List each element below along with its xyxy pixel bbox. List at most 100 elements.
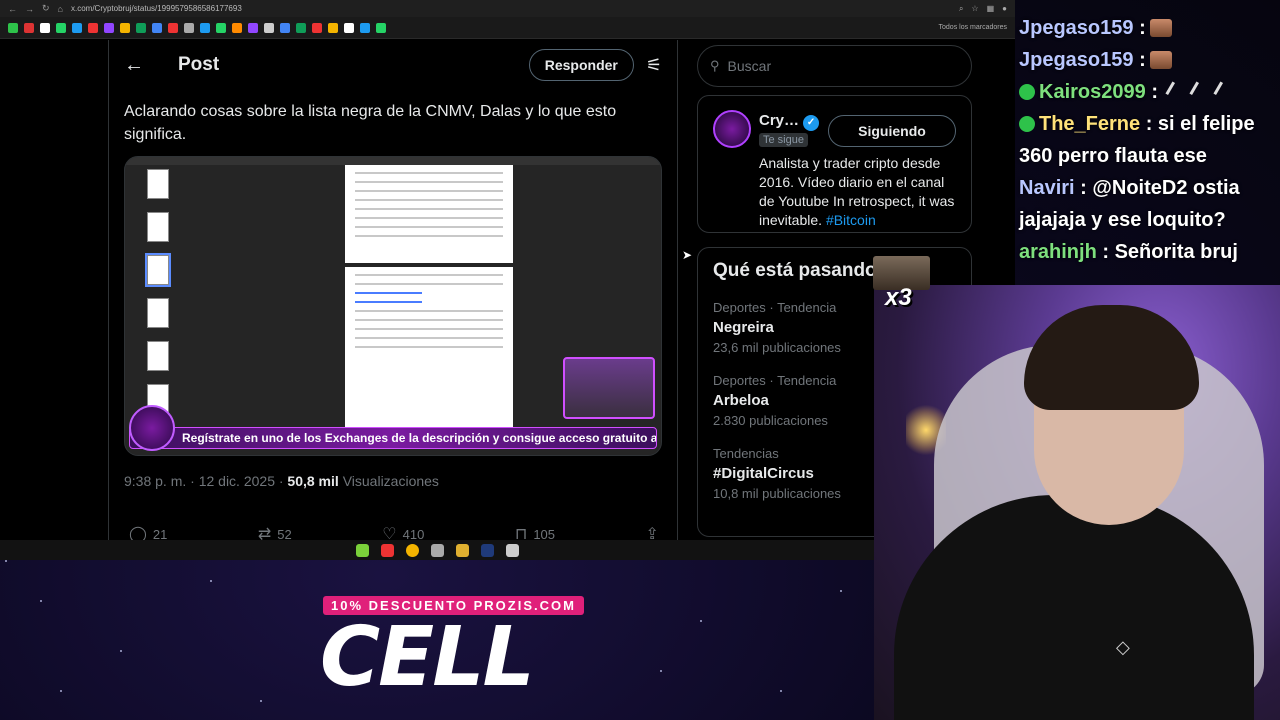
post-timestamp[interactable]: 9:38 p. m. · 12 dic. 2025 · (124, 473, 284, 489)
bookmark-icon[interactable] (152, 22, 162, 33)
taskbar (0, 540, 874, 560)
hoodie-logo-icon: ◇ (1116, 637, 1130, 657)
stream-chat: Jpegaso159 : Jpegaso159 : Kairos2099 : T… (1015, 0, 1280, 290)
bookmark-icon[interactable] (328, 22, 338, 33)
mouse-cursor-icon: ➤ (682, 248, 693, 262)
taskbar-app-icon[interactable] (380, 543, 394, 557)
forward-arrow-icon[interactable]: → (25, 4, 34, 14)
filter-sliders-icon[interactable]: ⚟ (646, 55, 662, 76)
profile-bio: Analista y trader cripto desde 2016. Víd… (759, 155, 955, 228)
bookmark-icon[interactable] (120, 22, 130, 33)
bookmark-icon[interactable] (360, 22, 370, 33)
pdf-toolbar (125, 157, 661, 165)
sub-badge-icon (1019, 116, 1035, 132)
emote-icon (1165, 81, 1185, 101)
back-arrow-icon[interactable]: ← (8, 4, 17, 14)
emote-icon (1189, 81, 1209, 101)
chat-message: Kairos2099 : (1019, 76, 1276, 108)
bookmark-icon[interactable] (136, 22, 146, 33)
chat-message: Jpegaso159 : (1019, 44, 1276, 76)
chrome-icon[interactable] (405, 543, 419, 557)
bookmark-icon[interactable] (72, 22, 82, 33)
star-icon[interactable]: ☆ (971, 4, 978, 14)
bookmark-icon[interactable] (280, 22, 290, 33)
reload-icon[interactable]: ↻ (42, 3, 50, 14)
emote-icon (1149, 51, 1172, 69)
home-icon[interactable]: ⌂ (58, 4, 63, 14)
post-media-image[interactable]: Regístrate en uno de los Exchanges de la… (124, 156, 662, 456)
post-text: Aclarando cosas sobre la lista negra de … (124, 103, 617, 143)
search-placeholder: Buscar (727, 58, 772, 74)
bookmarks-bar: Todos los marcadores (0, 17, 1015, 39)
taskbar-app-icon[interactable] (505, 543, 519, 557)
bookmark-icon[interactable] (200, 22, 210, 33)
streamer-hair (1024, 305, 1199, 410)
bookmark-icon[interactable] (264, 22, 274, 33)
pdf-thumbnails (143, 169, 173, 427)
bookmark-icon[interactable] (104, 22, 114, 33)
meme-emote: x3 (873, 256, 930, 311)
all-bookmarks-label[interactable]: Todos los marcadores (939, 24, 1007, 31)
search-input[interactable]: ⚲ Buscar (697, 45, 972, 87)
hashtag-link[interactable]: #Bitcoin (826, 212, 876, 228)
profile-icon[interactable]: ● (1002, 4, 1007, 14)
bookmark-icon[interactable] (376, 22, 386, 33)
promo-banner: Regístrate en uno de los Exchanges de la… (129, 427, 657, 449)
bookmark-icon[interactable] (88, 22, 98, 33)
bookmark-icon[interactable] (232, 22, 242, 33)
taskbar-app-icon[interactable] (430, 543, 444, 557)
pdf-page (345, 165, 513, 263)
bookmark-icon[interactable] (24, 22, 34, 33)
sponsor-logo-text: CELL (320, 610, 535, 705)
search-icon: ⚲ (710, 58, 720, 73)
views-label: Visualizaciones (342, 473, 439, 489)
chat-message: Jpegaso159 : (1019, 12, 1276, 44)
pdf-page (345, 267, 513, 437)
sponsor-overlay: 10% DESCUENTO PROZIS.COM CELL (320, 596, 620, 706)
emote-multiplier: x3 (885, 284, 912, 311)
bookmark-icon[interactable] (168, 22, 178, 33)
bookmark-icon[interactable] (8, 22, 18, 33)
post-metadata: 9:38 p. m. · 12 dic. 2025 · 50,8 mil Vis… (124, 473, 439, 489)
pdf-thumbnail (147, 298, 169, 328)
address-bar[interactable]: ← → ↻ ⌂ x.com/Cryptobruj/status/19995795… (0, 0, 1015, 17)
bookmark-icon[interactable] (296, 22, 306, 33)
chat-message: The_Ferne : si el felipe 360 perro flaut… (1019, 113, 1255, 167)
bookmark-icon[interactable] (56, 22, 66, 33)
extensions-icon[interactable]: ▦ (987, 4, 995, 14)
webcam-feed: ◇ (874, 285, 1280, 720)
bookmark-icon[interactable] (184, 22, 194, 33)
following-button[interactable]: Siguiendo (828, 115, 956, 147)
browser-window: ← → ↻ ⌂ x.com/Cryptobruj/status/19995795… (0, 0, 1015, 543)
pdf-thumbnail (147, 341, 169, 371)
verified-icon: ✓ (803, 115, 820, 131)
pdf-thumbnail (147, 169, 169, 199)
follows-you-badge: Te sigue (759, 133, 808, 147)
post-header: ← Post Responder ⚟ (109, 40, 677, 90)
profile-card: Cry… ✓ Te sigue Siguiendo Analista y trad… (697, 95, 972, 233)
x-page: ← Post Responder ⚟ Aclarando cosas sobre… (0, 40, 1015, 543)
bookmark-icon[interactable] (216, 22, 226, 33)
emote-icon (1149, 19, 1172, 37)
photoshop-icon[interactable] (480, 543, 494, 557)
bookmark-icon[interactable] (40, 22, 50, 33)
chat-message: Naviri : @NoiteD2 ostia jajajaja y ese l… (1019, 177, 1240, 231)
channel-logo-icon (129, 405, 175, 451)
post-column: ← Post Responder ⚟ Aclarando cosas sobre… (108, 40, 678, 543)
url-text[interactable]: x.com/Cryptobruj/status/1999579586586177… (71, 4, 951, 13)
folder-icon[interactable] (455, 543, 469, 557)
taskbar-app-icon[interactable] (355, 543, 369, 557)
view-count: 50,8 mil (287, 473, 339, 489)
reply-button[interactable]: Responder (528, 49, 634, 81)
zoom-icon[interactable]: ⌕ (959, 4, 963, 14)
page-title: Post (178, 54, 220, 75)
bookmark-icon[interactable] (248, 22, 258, 33)
avatar[interactable] (713, 110, 751, 148)
profile-name[interactable]: Cry… ✓ (759, 112, 820, 131)
chat-message: arahinjh : Señorita bruj (1019, 241, 1238, 263)
bookmark-icon[interactable] (344, 22, 354, 33)
sub-badge-icon (1019, 84, 1035, 100)
emote-icon (1213, 81, 1233, 101)
back-arrow-icon[interactable]: ← (124, 54, 164, 77)
bookmark-icon[interactable] (312, 22, 322, 33)
